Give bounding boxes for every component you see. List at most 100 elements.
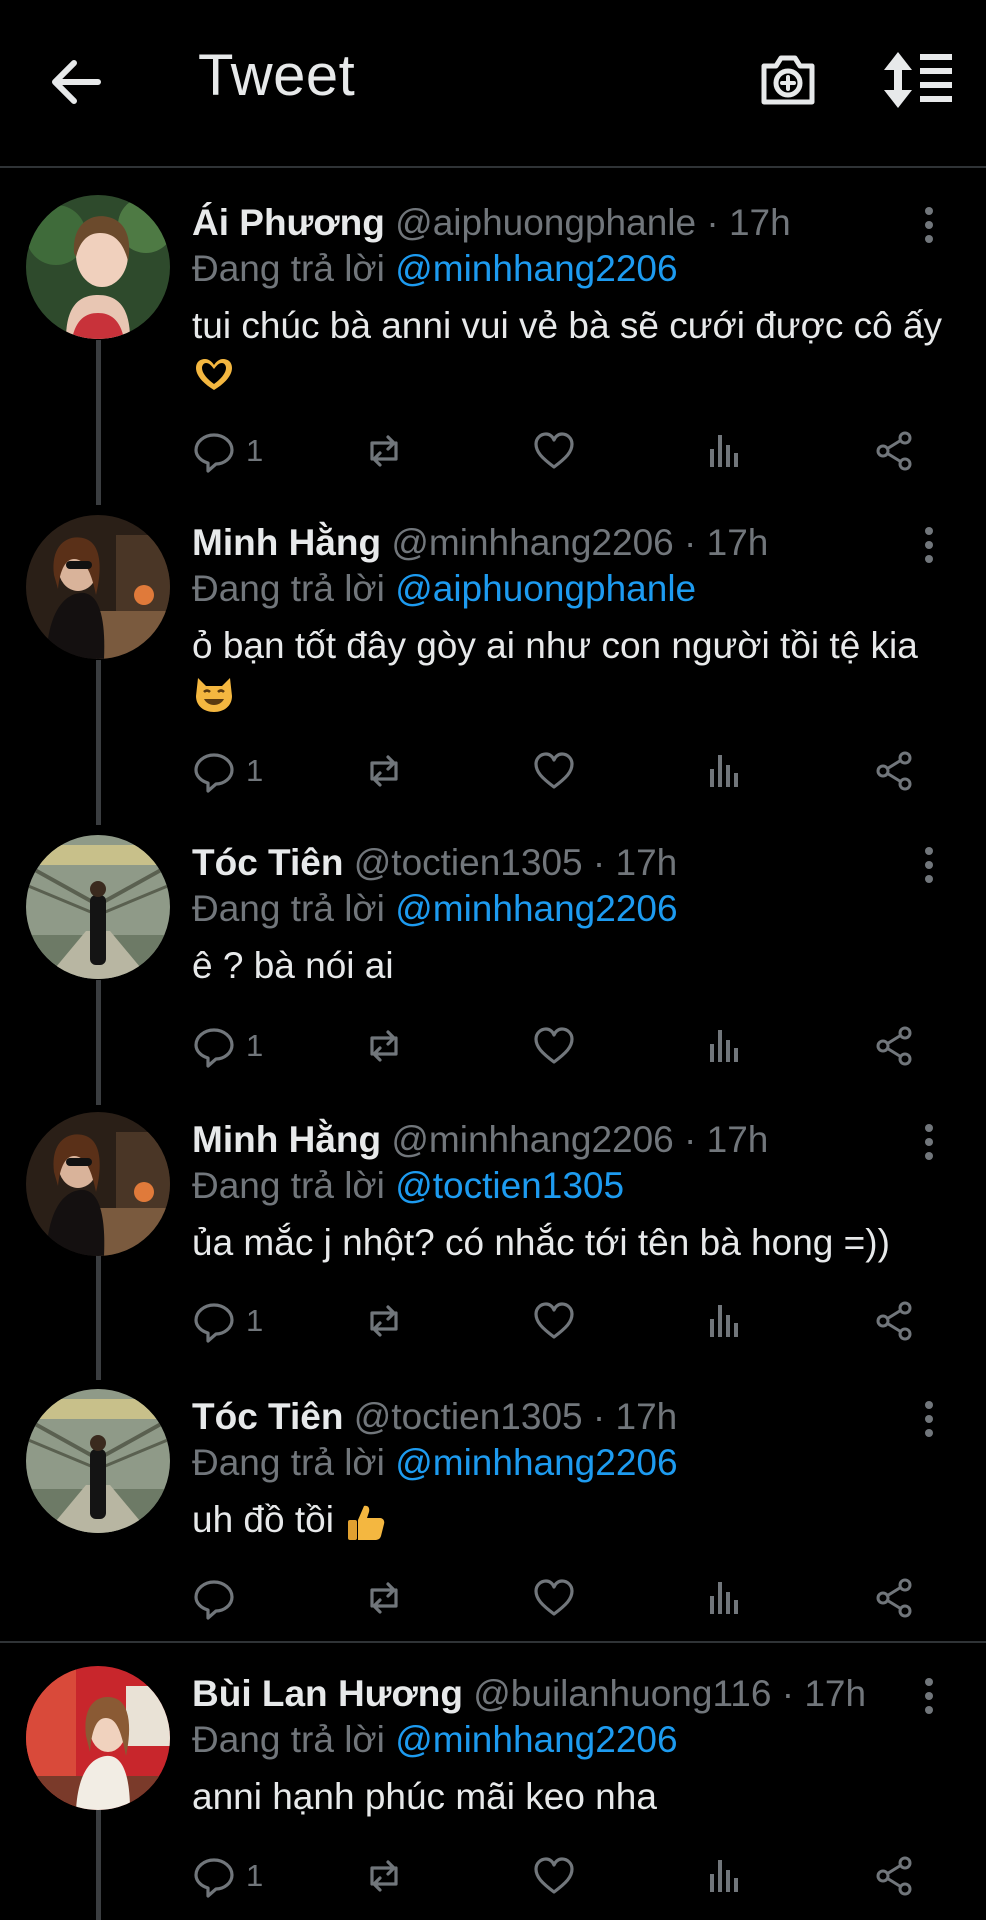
replying-to-mention[interactable]: @minhhang2206 <box>395 1442 677 1483</box>
author-name[interactable]: Tóc Tiên <box>192 1396 343 1437</box>
views-icon <box>710 755 738 787</box>
reply-button[interactable] <box>192 1572 246 1624</box>
reply-button[interactable]: 1 <box>192 1850 263 1902</box>
like-button[interactable] <box>532 1850 576 1902</box>
tweet[interactable]: Tóc Tiên @toctien1305 · 17h Đang trả lời… <box>0 1389 986 1639</box>
like-button[interactable] <box>532 425 576 477</box>
retweet-button[interactable] <box>362 1020 406 1072</box>
retweet-button[interactable] <box>362 1572 406 1624</box>
share-button[interactable] <box>872 1850 916 1902</box>
reply-button[interactable]: 1 <box>192 1020 263 1072</box>
views-button[interactable] <box>702 1020 746 1072</box>
more-options-button[interactable] <box>912 1674 946 1718</box>
avatar[interactable] <box>26 1389 170 1533</box>
avatar[interactable] <box>26 1112 170 1256</box>
views-button[interactable] <box>702 745 746 797</box>
timestamp[interactable]: 17h <box>804 1673 866 1714</box>
tweet-text: uh đồ tồi <box>192 1497 952 1543</box>
reply-button[interactable]: 1 <box>192 425 263 477</box>
more-vertical-icon <box>925 207 933 243</box>
like-button[interactable] <box>532 1295 576 1347</box>
author-name[interactable]: Minh Hằng <box>192 522 381 563</box>
camera-button[interactable] <box>756 48 820 112</box>
reply-count: 1 <box>246 1858 264 1893</box>
more-options-button[interactable] <box>912 1397 946 1441</box>
retweet-icon <box>370 435 398 467</box>
replying-to-mention[interactable]: @toctien1305 <box>395 1165 624 1206</box>
timestamp[interactable]: 17h <box>616 842 678 883</box>
author-name[interactable]: Bùi Lan Hương <box>192 1673 463 1714</box>
views-button[interactable] <box>702 1572 746 1624</box>
views-button[interactable] <box>702 1850 746 1902</box>
replying-to-label: Đang trả lời <box>192 248 385 289</box>
thread-divider <box>0 1641 986 1643</box>
sort-replies-button[interactable] <box>884 48 956 112</box>
reply-button[interactable]: 1 <box>192 745 263 797</box>
retweet-button[interactable] <box>362 1850 406 1902</box>
replying-to: Đang trả lời @minhhang2206 <box>192 1718 678 1762</box>
share-button[interactable] <box>872 1295 916 1347</box>
replying-to-mention[interactable]: @minhhang2206 <box>395 1719 677 1760</box>
tweet[interactable]: Minh Hằng @minhhang2206 · 17h Đang trả l… <box>0 1112 986 1382</box>
share-button[interactable] <box>872 425 916 477</box>
reply-button[interactable]: 1 <box>192 1295 263 1347</box>
separator: · <box>781 1673 795 1714</box>
more-options-button[interactable] <box>912 843 946 887</box>
retweet-button[interactable] <box>362 425 406 477</box>
tweet[interactable]: Minh Hằng @minhhang2206 · 17h Đang trả l… <box>0 515 986 825</box>
tweet[interactable]: Bùi Lan Hương @builanhuong116 · 17h Đang… <box>0 1666 986 1920</box>
avatar-photo <box>26 515 170 659</box>
tweet[interactable]: Ái Phương @aiphuongphanle · 17h Đang trả… <box>0 195 986 505</box>
replying-to-label: Đang trả lời <box>192 1165 385 1206</box>
heart-icon <box>534 432 574 469</box>
timestamp[interactable]: 17h <box>707 522 769 563</box>
more-options-button[interactable] <box>912 203 946 247</box>
author-handle[interactable]: @toctien1305 <box>354 842 583 883</box>
tweet-header: Tóc Tiên @toctien1305 · 17h <box>192 841 677 885</box>
timestamp[interactable]: 17h <box>707 1119 769 1160</box>
retweet-button[interactable] <box>362 1295 406 1347</box>
tweet[interactable]: Tóc Tiên @toctien1305 · 17h Đang trả lời… <box>0 835 986 1105</box>
author-handle[interactable]: @toctien1305 <box>354 1396 583 1437</box>
tweet-body: uh đồ tồi <box>192 1499 334 1540</box>
author-handle[interactable]: @builanhuong116 <box>473 1673 771 1714</box>
retweet-button[interactable] <box>362 745 406 797</box>
tweet-header: Tóc Tiên @toctien1305 · 17h <box>192 1395 677 1439</box>
arrow-left-icon <box>52 60 101 104</box>
retweet-icon <box>370 1305 398 1337</box>
author-name[interactable]: Ái Phương <box>192 202 385 243</box>
timestamp[interactable]: 17h <box>616 1396 678 1437</box>
heart-icon <box>534 1302 574 1339</box>
replying-to-mention[interactable]: @minhhang2206 <box>395 248 677 289</box>
avatar[interactable] <box>26 835 170 979</box>
share-button[interactable] <box>872 1020 916 1072</box>
avatar[interactable] <box>26 195 170 339</box>
views-button[interactable] <box>702 425 746 477</box>
timestamp[interactable]: 17h <box>729 202 791 243</box>
views-button[interactable] <box>702 1295 746 1347</box>
author-handle[interactable]: @minhhang2206 <box>391 1119 673 1160</box>
avatar[interactable] <box>26 515 170 659</box>
avatar[interactable] <box>26 1666 170 1810</box>
replying-to: Đang trả lời @minhhang2206 <box>192 247 678 291</box>
separator: · <box>684 1119 697 1160</box>
share-button[interactable] <box>872 1572 916 1624</box>
more-options-button[interactable] <box>912 523 946 567</box>
author-name[interactable]: Minh Hằng <box>192 1119 381 1160</box>
share-button[interactable] <box>872 745 916 797</box>
reply-icon <box>194 1028 234 1068</box>
more-options-button[interactable] <box>912 1120 946 1164</box>
author-handle[interactable]: @aiphuongphanle <box>395 202 696 243</box>
like-button[interactable] <box>532 1572 576 1624</box>
tweet-text: tui chúc bà anni vui vẻ bà sẽ cưới được … <box>192 303 952 395</box>
like-button[interactable] <box>532 1020 576 1072</box>
views-icon <box>710 1582 738 1614</box>
back-button[interactable] <box>46 52 106 112</box>
author-handle[interactable]: @minhhang2206 <box>391 522 673 563</box>
like-button[interactable] <box>532 745 576 797</box>
replying-to-mention[interactable]: @minhhang2206 <box>395 888 677 929</box>
replying-to-mention[interactable]: @aiphuongphanle <box>395 568 696 609</box>
retweet-icon <box>370 1030 398 1062</box>
retweet-icon <box>370 1860 398 1892</box>
author-name[interactable]: Tóc Tiên <box>192 842 343 883</box>
